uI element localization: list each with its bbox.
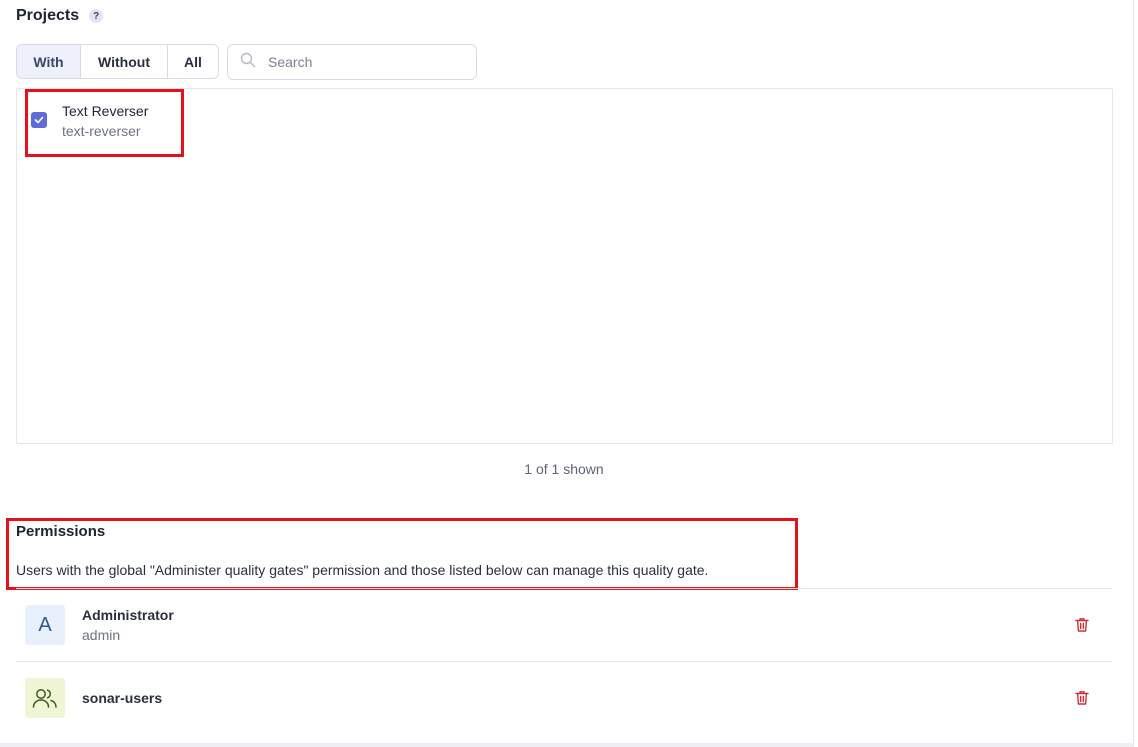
- delete-administrator-button[interactable]: [1070, 613, 1094, 637]
- permission-text: sonar-users: [82, 688, 162, 708]
- page-bottom-edge: [0, 743, 1133, 747]
- annotation-highlight-permissions: [6, 518, 798, 590]
- project-text: Text Reverser text-reverser: [62, 101, 148, 141]
- delete-sonar-users-button[interactable]: [1070, 686, 1094, 710]
- permissions-description: Users with the global "Administer qualit…: [16, 562, 709, 578]
- project-search: [227, 44, 477, 80]
- permissions-title: Permissions: [16, 523, 106, 540]
- shown-count: 1 of 1 shown: [524, 461, 604, 477]
- filter-with-button[interactable]: With: [17, 45, 81, 78]
- permission-name: sonar-users: [82, 690, 163, 706]
- permission-row: A Administrator admin: [16, 588, 1112, 661]
- trash-icon: [1075, 618, 1089, 632]
- group-avatar: [25, 678, 65, 718]
- help-icon[interactable]: ?: [89, 9, 104, 23]
- search-input[interactable]: [266, 53, 456, 71]
- checkmark-icon: [34, 116, 44, 124]
- list-item[interactable]: Text Reverser text-reverser: [31, 101, 148, 141]
- page-edge: [1133, 0, 1134, 747]
- projects-title: Projects: [16, 7, 80, 24]
- group-icon: [32, 689, 57, 708]
- project-list: Text Reverser text-reverser: [16, 88, 1113, 444]
- project-filter-toggle: With Without All: [16, 44, 219, 79]
- project-key: text-reverser: [62, 123, 141, 139]
- trash-icon: [1075, 691, 1089, 705]
- project-checkbox[interactable]: [31, 112, 47, 128]
- permission-row: sonar-users: [16, 661, 1112, 734]
- filter-without-button[interactable]: Without: [81, 45, 168, 78]
- permission-login: admin: [82, 627, 121, 643]
- filter-all-button[interactable]: All: [168, 45, 218, 78]
- search-icon: [240, 52, 256, 73]
- projects-header: Projects ?: [16, 7, 104, 25]
- avatar: A: [25, 605, 65, 645]
- permission-text: Administrator admin: [82, 605, 174, 645]
- permission-name: Administrator: [82, 607, 174, 623]
- project-name: Text Reverser: [62, 103, 149, 119]
